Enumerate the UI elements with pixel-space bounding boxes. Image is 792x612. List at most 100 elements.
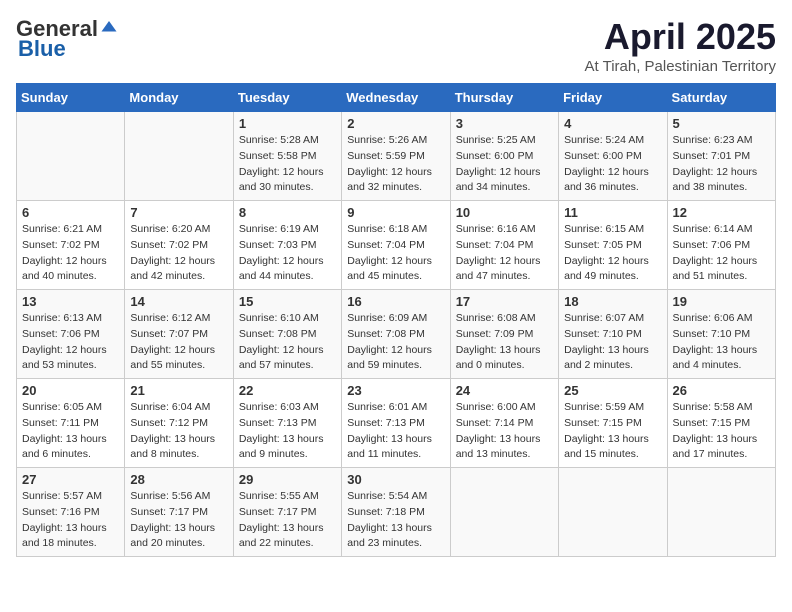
day-number: 25: [564, 383, 661, 398]
cell-info: Sunrise: 5:55 AM Sunset: 7:17 PM Dayligh…: [239, 489, 336, 552]
cell-info: Sunrise: 6:09 AM Sunset: 7:08 PM Dayligh…: [347, 311, 444, 374]
calendar-cell: 5 Sunrise: 6:23 AM Sunset: 7:01 PM Dayli…: [667, 112, 775, 201]
day-number: 11: [564, 205, 661, 220]
daylight-text: Daylight: 13 hours and 13 minutes.: [456, 433, 541, 461]
sunrise-text: Sunrise: 5:58 AM: [673, 401, 753, 413]
daylight-text: Daylight: 13 hours and 4 minutes.: [673, 344, 758, 372]
sunrise-text: Sunrise: 6:10 AM: [239, 312, 319, 324]
sunrise-text: Sunrise: 5:57 AM: [22, 490, 102, 502]
day-number: 18: [564, 294, 661, 309]
daylight-text: Daylight: 12 hours and 45 minutes.: [347, 255, 432, 283]
daylight-text: Daylight: 13 hours and 17 minutes.: [673, 433, 758, 461]
calendar-cell: 19 Sunrise: 6:06 AM Sunset: 7:10 PM Dayl…: [667, 290, 775, 379]
sunset-text: Sunset: 7:07 PM: [130, 328, 208, 340]
page-header: General Blue April 2025 At Tirah, Palest…: [16, 16, 776, 75]
day-number: 30: [347, 472, 444, 487]
sunset-text: Sunset: 7:04 PM: [347, 239, 425, 251]
cell-info: Sunrise: 6:12 AM Sunset: 7:07 PM Dayligh…: [130, 311, 227, 374]
day-number: 15: [239, 294, 336, 309]
sunset-text: Sunset: 6:00 PM: [564, 150, 642, 162]
calendar-cell: 1 Sunrise: 5:28 AM Sunset: 5:58 PM Dayli…: [233, 112, 341, 201]
sunrise-text: Sunrise: 6:16 AM: [456, 223, 536, 235]
sunrise-text: Sunrise: 6:09 AM: [347, 312, 427, 324]
calendar-cell: 2 Sunrise: 5:26 AM Sunset: 5:59 PM Dayli…: [342, 112, 450, 201]
calendar-cell: 7 Sunrise: 6:20 AM Sunset: 7:02 PM Dayli…: [125, 201, 233, 290]
cell-info: Sunrise: 6:18 AM Sunset: 7:04 PM Dayligh…: [347, 222, 444, 285]
sunset-text: Sunset: 7:09 PM: [456, 328, 534, 340]
sunset-text: Sunset: 7:08 PM: [239, 328, 317, 340]
calendar-cell: 18 Sunrise: 6:07 AM Sunset: 7:10 PM Dayl…: [559, 290, 667, 379]
sunrise-text: Sunrise: 6:06 AM: [673, 312, 753, 324]
daylight-text: Daylight: 12 hours and 53 minutes.: [22, 344, 107, 372]
cell-info: Sunrise: 6:15 AM Sunset: 7:05 PM Dayligh…: [564, 222, 661, 285]
cell-info: Sunrise: 5:56 AM Sunset: 7:17 PM Dayligh…: [130, 489, 227, 552]
sunrise-text: Sunrise: 5:25 AM: [456, 134, 536, 146]
day-number: 10: [456, 205, 553, 220]
daylight-text: Daylight: 12 hours and 40 minutes.: [22, 255, 107, 283]
cell-info: Sunrise: 6:16 AM Sunset: 7:04 PM Dayligh…: [456, 222, 553, 285]
calendar-cell: 3 Sunrise: 5:25 AM Sunset: 6:00 PM Dayli…: [450, 112, 558, 201]
header-row: Sunday Monday Tuesday Wednesday Thursday…: [17, 84, 776, 112]
daylight-text: Daylight: 13 hours and 0 minutes.: [456, 344, 541, 372]
day-number: 6: [22, 205, 119, 220]
col-friday: Friday: [559, 84, 667, 112]
col-wednesday: Wednesday: [342, 84, 450, 112]
calendar-cell: 22 Sunrise: 6:03 AM Sunset: 7:13 PM Dayl…: [233, 379, 341, 468]
daylight-text: Daylight: 13 hours and 9 minutes.: [239, 433, 324, 461]
day-number: 28: [130, 472, 227, 487]
daylight-text: Daylight: 12 hours and 42 minutes.: [130, 255, 215, 283]
daylight-text: Daylight: 13 hours and 8 minutes.: [130, 433, 215, 461]
cell-info: Sunrise: 6:20 AM Sunset: 7:02 PM Dayligh…: [130, 222, 227, 285]
cell-info: Sunrise: 6:23 AM Sunset: 7:01 PM Dayligh…: [673, 133, 770, 196]
calendar-week-1: 6 Sunrise: 6:21 AM Sunset: 7:02 PM Dayli…: [17, 201, 776, 290]
calendar-cell: 8 Sunrise: 6:19 AM Sunset: 7:03 PM Dayli…: [233, 201, 341, 290]
calendar-cell: [667, 468, 775, 557]
day-number: 22: [239, 383, 336, 398]
calendar-week-2: 13 Sunrise: 6:13 AM Sunset: 7:06 PM Dayl…: [17, 290, 776, 379]
col-monday: Monday: [125, 84, 233, 112]
calendar-cell: 15 Sunrise: 6:10 AM Sunset: 7:08 PM Dayl…: [233, 290, 341, 379]
daylight-text: Daylight: 12 hours and 47 minutes.: [456, 255, 541, 283]
sunset-text: Sunset: 7:05 PM: [564, 239, 642, 251]
cell-info: Sunrise: 5:26 AM Sunset: 5:59 PM Dayligh…: [347, 133, 444, 196]
sunset-text: Sunset: 7:12 PM: [130, 417, 208, 429]
sunrise-text: Sunrise: 5:56 AM: [130, 490, 210, 502]
calendar-cell: 14 Sunrise: 6:12 AM Sunset: 7:07 PM Dayl…: [125, 290, 233, 379]
sunset-text: Sunset: 7:13 PM: [239, 417, 317, 429]
sunrise-text: Sunrise: 6:13 AM: [22, 312, 102, 324]
daylight-text: Daylight: 13 hours and 22 minutes.: [239, 522, 324, 550]
sunset-text: Sunset: 6:00 PM: [456, 150, 534, 162]
sunrise-text: Sunrise: 6:00 AM: [456, 401, 536, 413]
calendar-cell: 24 Sunrise: 6:00 AM Sunset: 7:14 PM Dayl…: [450, 379, 558, 468]
calendar-cell: 25 Sunrise: 5:59 AM Sunset: 7:15 PM Dayl…: [559, 379, 667, 468]
calendar-cell: 12 Sunrise: 6:14 AM Sunset: 7:06 PM Dayl…: [667, 201, 775, 290]
calendar-cell: [125, 112, 233, 201]
sunset-text: Sunset: 7:15 PM: [564, 417, 642, 429]
sunrise-text: Sunrise: 6:18 AM: [347, 223, 427, 235]
cell-info: Sunrise: 6:01 AM Sunset: 7:13 PM Dayligh…: [347, 400, 444, 463]
daylight-text: Daylight: 13 hours and 2 minutes.: [564, 344, 649, 372]
title-block: April 2025 At Tirah, Palestinian Territo…: [585, 16, 776, 75]
calendar-cell: 16 Sunrise: 6:09 AM Sunset: 7:08 PM Dayl…: [342, 290, 450, 379]
sunset-text: Sunset: 7:10 PM: [673, 328, 751, 340]
sunrise-text: Sunrise: 6:08 AM: [456, 312, 536, 324]
daylight-text: Daylight: 12 hours and 36 minutes.: [564, 166, 649, 194]
sunrise-text: Sunrise: 6:20 AM: [130, 223, 210, 235]
daylight-text: Daylight: 12 hours and 51 minutes.: [673, 255, 758, 283]
cell-info: Sunrise: 6:00 AM Sunset: 7:14 PM Dayligh…: [456, 400, 553, 463]
sunset-text: Sunset: 5:58 PM: [239, 150, 317, 162]
calendar-cell: 13 Sunrise: 6:13 AM Sunset: 7:06 PM Dayl…: [17, 290, 125, 379]
col-tuesday: Tuesday: [233, 84, 341, 112]
sunrise-text: Sunrise: 6:15 AM: [564, 223, 644, 235]
sunrise-text: Sunrise: 5:59 AM: [564, 401, 644, 413]
cell-info: Sunrise: 6:07 AM Sunset: 7:10 PM Dayligh…: [564, 311, 661, 374]
sunset-text: Sunset: 7:01 PM: [673, 150, 751, 162]
day-number: 21: [130, 383, 227, 398]
cell-info: Sunrise: 5:25 AM Sunset: 6:00 PM Dayligh…: [456, 133, 553, 196]
sunrise-text: Sunrise: 6:01 AM: [347, 401, 427, 413]
daylight-text: Daylight: 12 hours and 49 minutes.: [564, 255, 649, 283]
daylight-text: Daylight: 13 hours and 6 minutes.: [22, 433, 107, 461]
sunset-text: Sunset: 7:10 PM: [564, 328, 642, 340]
day-number: 23: [347, 383, 444, 398]
cell-info: Sunrise: 6:08 AM Sunset: 7:09 PM Dayligh…: [456, 311, 553, 374]
